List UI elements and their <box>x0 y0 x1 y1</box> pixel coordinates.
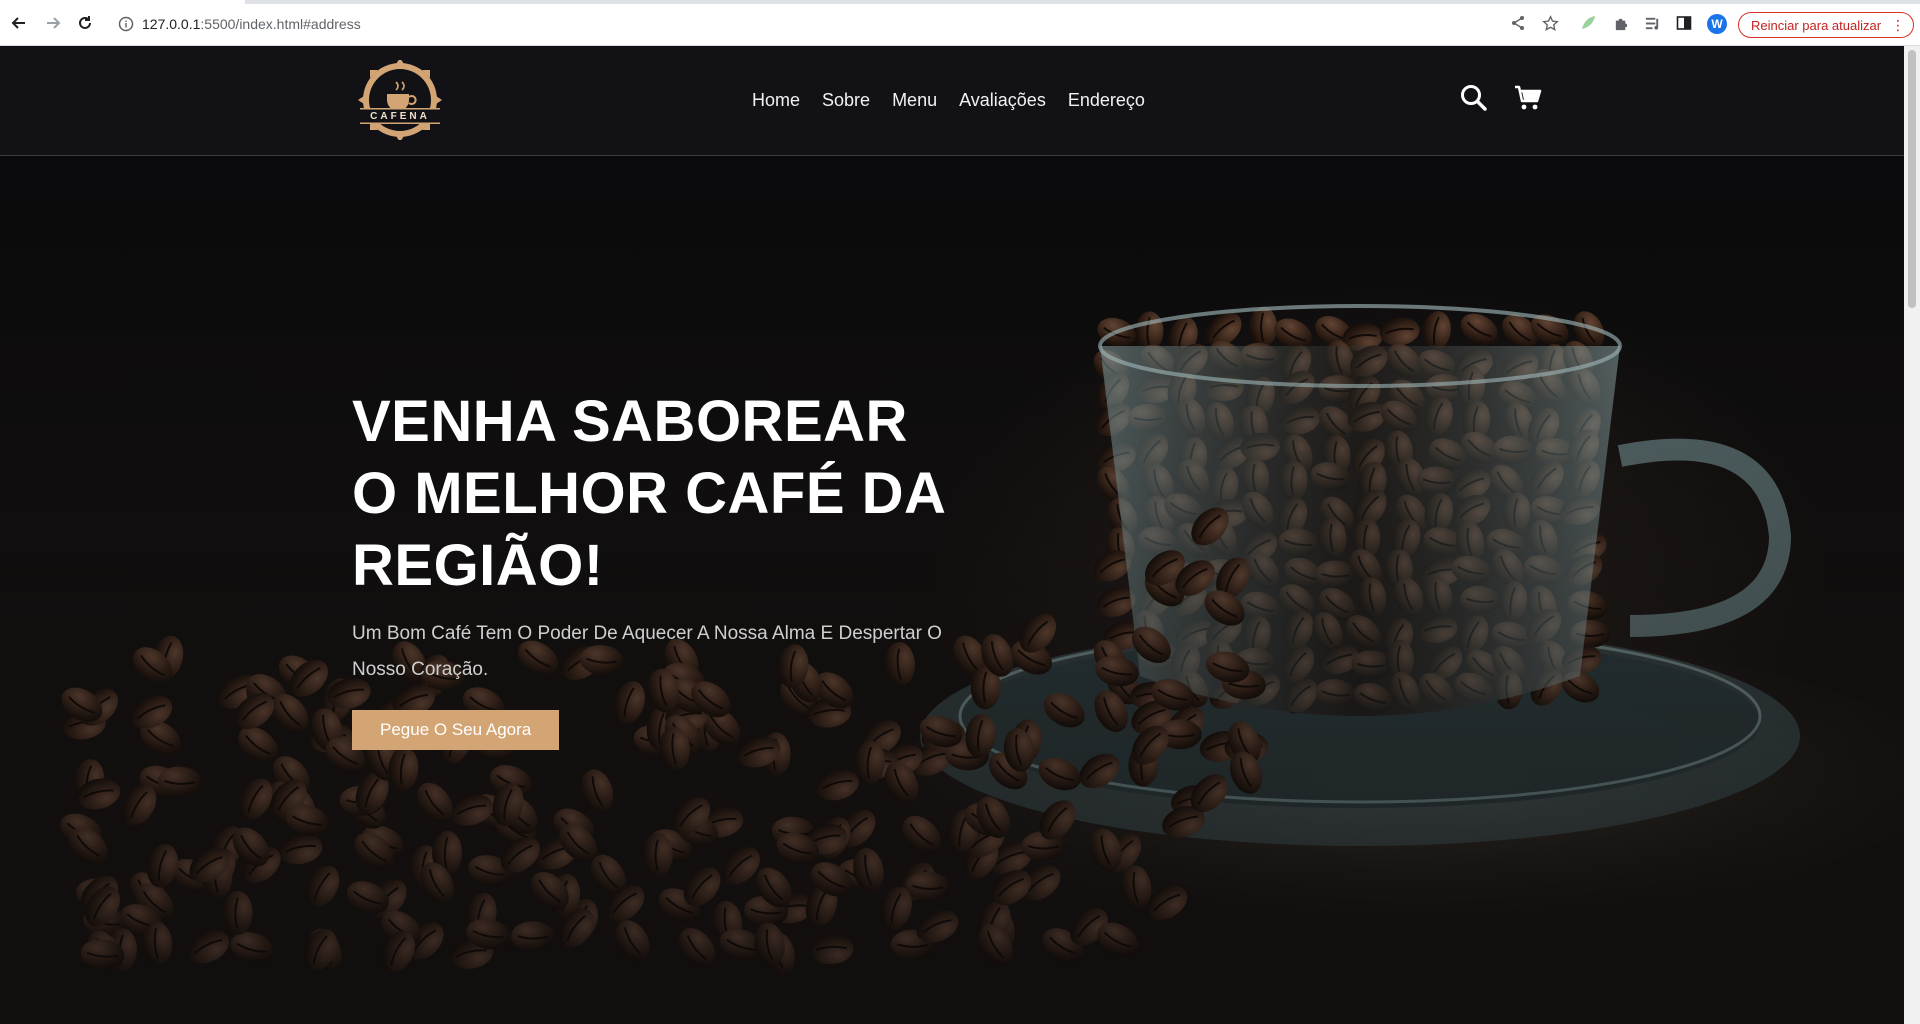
main-nav: Home Sobre Menu Avaliações Endereço <box>752 90 1145 111</box>
nav-home[interactable]: Home <box>752 90 800 111</box>
extension-icon[interactable] <box>1578 13 1598 33</box>
cafena-logo[interactable]: CAFENA <box>352 58 448 142</box>
profile-avatar[interactable]: W <box>1707 14 1727 34</box>
hero-content: VENHA SABOREAR O MELHOR CAFÉ DA REGIÃO! … <box>352 386 952 750</box>
browser-toolbar: 127.0.0.1:5500/index.html#address W Rein… <box>0 0 1920 46</box>
nav-avaliacoes[interactable]: Avaliações <box>959 90 1046 111</box>
header-icons <box>1460 84 1542 117</box>
active-tab[interactable] <box>0 0 245 4</box>
coffee-beans-cup-image <box>0 156 1904 1024</box>
address-bar[interactable]: 127.0.0.1:5500/index.html#address <box>108 9 1568 39</box>
site-header: CAFENA Home Sobre Menu Avaliações Endere… <box>0 46 1904 156</box>
tab-strip <box>0 0 1920 4</box>
restart-label: Reinciar para atualizar <box>1751 17 1882 33</box>
page-scrollbar[interactable] <box>1904 46 1920 1024</box>
media-icon[interactable] <box>1642 13 1662 33</box>
scrollbar-thumb[interactable] <box>1908 50 1916 308</box>
puzzle-icon[interactable] <box>1611 13 1631 33</box>
hero-title: VENHA SABOREAR O MELHOR CAFÉ DA REGIÃO! <box>352 389 945 598</box>
hero-subtitle: Um Bom Café Tem O Poder De Aquecer A Nos… <box>352 623 942 680</box>
info-icon[interactable] <box>118 16 134 37</box>
search-icon[interactable] <box>1460 84 1488 117</box>
page-viewport: CAFENA Home Sobre Menu Avaliações Endere… <box>0 46 1904 1024</box>
logo-text: CAFENA <box>370 111 430 122</box>
back-icon[interactable] <box>8 12 30 34</box>
share-icon[interactable] <box>1508 13 1528 33</box>
more-icon[interactable]: ⋮ <box>1891 17 1905 33</box>
reload-icon[interactable] <box>74 12 96 34</box>
nav-menu[interactable]: Menu <box>892 90 937 111</box>
cart-icon[interactable] <box>1514 85 1542 116</box>
nav-sobre[interactable]: Sobre <box>822 90 870 111</box>
forward-icon[interactable] <box>42 12 64 34</box>
get-yours-now-button[interactable]: Pegue O Seu Agora <box>352 710 560 750</box>
restart-update-button[interactable]: Reinciar para atualizar ⋮ <box>1738 12 1914 38</box>
url-host: 127.0.0.1 <box>142 16 201 32</box>
nav-endereco[interactable]: Endereço <box>1068 90 1145 111</box>
url-path: :5500/index.html#address <box>200 16 361 32</box>
hero-section: VENHA SABOREAR O MELHOR CAFÉ DA REGIÃO! … <box>0 156 1904 1024</box>
sidebar-icon[interactable] <box>1674 13 1694 33</box>
star-icon[interactable] <box>1540 13 1560 33</box>
url-text: 127.0.0.1:5500/index.html#address <box>142 16 361 32</box>
